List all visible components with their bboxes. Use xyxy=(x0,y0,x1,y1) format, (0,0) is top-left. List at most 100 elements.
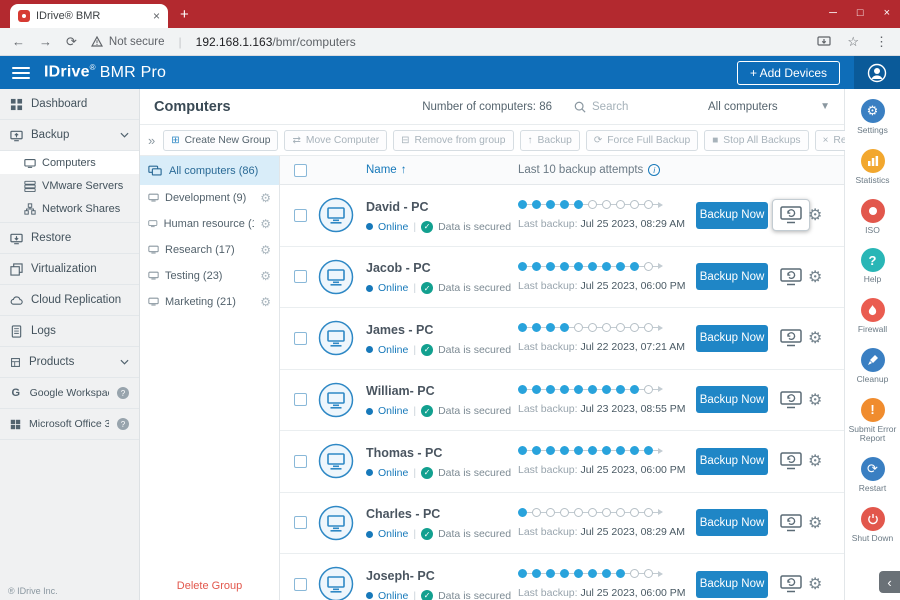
group-settings-gear-icon[interactable]: ⚙ xyxy=(260,217,271,231)
row-settings-gear-icon[interactable]: ⚙ xyxy=(808,513,836,533)
select-all-checkbox[interactable] xyxy=(294,163,307,177)
sidebar-item-backup[interactable]: Backup xyxy=(0,120,139,151)
rail-item-statistics[interactable]: Statistics xyxy=(845,148,900,186)
rail-item-iso[interactable]: ISO xyxy=(845,198,900,236)
computers-filter-dropdown[interactable]: All computers ▼ xyxy=(708,101,830,113)
sidebar-item-restore[interactable]: Restore xyxy=(0,223,139,254)
backup-now-button[interactable]: Backup Now xyxy=(696,570,768,598)
row-settings-gear-icon[interactable]: ⚙ xyxy=(808,390,836,410)
name-column-header[interactable]: Name ↑ xyxy=(366,164,518,176)
window-close-icon[interactable]: × xyxy=(884,7,890,19)
row-settings-gear-icon[interactable]: ⚙ xyxy=(808,328,836,348)
help-badge-icon[interactable]: ? xyxy=(117,387,129,399)
group-item[interactable]: Human resource (12) ⚙ xyxy=(140,211,279,237)
chevron-down-icon: ▼ xyxy=(820,101,830,112)
group-settings-gear-icon[interactable]: ⚙ xyxy=(260,243,271,257)
row-settings-gear-icon[interactable]: ⚙ xyxy=(808,574,836,594)
row-settings-gear-icon[interactable]: ⚙ xyxy=(808,451,836,471)
bookmark-star-icon[interactable]: ☆ xyxy=(847,34,859,50)
restore-button[interactable] xyxy=(772,568,810,600)
rail-item-cleanup[interactable]: Cleanup xyxy=(845,347,900,385)
info-icon[interactable]: i xyxy=(648,164,661,176)
restore-button[interactable] xyxy=(772,261,810,293)
row-checkbox[interactable] xyxy=(294,208,307,222)
sidebar-item-google-workspace[interactable]: G Google Workspace ? xyxy=(0,378,139,409)
sidebar-item-cloud-replication[interactable]: Cloud Replication xyxy=(0,285,139,316)
force-full-backup-button[interactable]: ⟳ Force Full Backup xyxy=(585,129,699,151)
backup-now-button[interactable]: Backup Now xyxy=(696,324,768,352)
create-new-group-button[interactable]: ⊞ Create New Group xyxy=(163,129,279,151)
rail-item-firewall[interactable]: Firewall xyxy=(845,298,900,335)
group-item[interactable]: Research (17) ⚙ xyxy=(140,237,279,263)
reload-icon[interactable]: ⟳ xyxy=(66,34,77,50)
back-icon[interactable]: ← xyxy=(12,34,25,49)
browser-menu-icon[interactable]: ⋮ xyxy=(875,34,888,50)
new-tab-button[interactable]: + xyxy=(180,6,189,23)
rail-item-help[interactable]: ? Help xyxy=(845,248,900,285)
search-input[interactable] xyxy=(592,100,688,113)
restore-button[interactable] xyxy=(772,445,810,477)
row-settings-gear-icon[interactable]: ⚙ xyxy=(808,267,836,287)
row-checkbox[interactable] xyxy=(294,270,307,284)
backup-now-button[interactable]: Backup Now xyxy=(696,509,768,537)
secured-label: Data is secured xyxy=(438,466,512,479)
group-item-all-computers[interactable]: All computers (86) xyxy=(140,156,279,185)
url-text[interactable]: 192.168.1.163/bmr/computers xyxy=(196,35,356,49)
group-settings-gear-icon[interactable]: ⚙ xyxy=(260,295,271,309)
sidebar-item-dashboard[interactable]: Dashboard xyxy=(0,89,139,120)
row-checkbox[interactable] xyxy=(294,393,307,407)
row-checkbox[interactable] xyxy=(294,454,307,468)
move-computer-button[interactable]: ⇄ Move Computer xyxy=(284,129,388,151)
group-settings-gear-icon[interactable]: ⚙ xyxy=(260,269,271,283)
sidebar-item-vmware-servers[interactable]: VMware Servers xyxy=(0,174,139,197)
install-icon[interactable] xyxy=(817,35,831,48)
backup-now-button[interactable]: Backup Now xyxy=(696,447,768,475)
group-item[interactable]: Marketing (21) ⚙ xyxy=(140,289,279,315)
site-security[interactable]: Not secure xyxy=(90,36,165,48)
restore-button[interactable] xyxy=(772,384,810,416)
window-maximize-icon[interactable]: □ xyxy=(857,7,864,19)
backup-now-button[interactable]: Backup Now xyxy=(696,386,768,414)
restore-button[interactable] xyxy=(772,507,810,539)
table-row: Charles - PC Online | ✓ Data is secured … xyxy=(280,492,844,554)
row-checkbox[interactable] xyxy=(294,577,307,591)
backup-now-button[interactable]: Backup Now xyxy=(696,263,768,291)
backup-now-button[interactable]: Backup Now xyxy=(696,201,768,229)
group-settings-gear-icon[interactable]: ⚙ xyxy=(260,191,271,205)
collapse-panel-icon[interactable]: » xyxy=(148,133,155,148)
sidebar-item-logs[interactable]: Logs xyxy=(0,316,139,347)
restore-button[interactable] xyxy=(772,322,810,354)
row-checkbox[interactable] xyxy=(294,516,307,530)
window-minimize-icon[interactable]: ─ xyxy=(829,7,837,19)
rail-item-restart[interactable]: ⟳ Restart xyxy=(845,457,900,494)
tab-close-icon[interactable]: × xyxy=(153,9,160,23)
attempts-column-header: Last 10 backup attempts i xyxy=(518,164,696,176)
sidebar-item-virtualization[interactable]: Virtualization xyxy=(0,254,139,285)
remove-from-group-button[interactable]: ⊟ Remove from group xyxy=(393,129,514,151)
hamburger-menu-icon[interactable] xyxy=(12,66,30,79)
backup-button[interactable]: ↑ Backup xyxy=(519,129,580,151)
rail-item-settings[interactable]: ⚙ Settings xyxy=(845,99,900,136)
forward-icon[interactable]: → xyxy=(39,34,52,49)
force-full-backup-icon: ⟳ xyxy=(593,134,603,146)
sidebar-item-products[interactable]: Products xyxy=(0,347,139,378)
add-devices-button[interactable]: + Add Devices xyxy=(736,60,840,85)
sidebar-item-computers[interactable]: Computers xyxy=(0,151,139,174)
group-item[interactable]: Development (9) ⚙ xyxy=(140,185,279,211)
group-item[interactable]: Testing (23) ⚙ xyxy=(140,263,279,289)
stop-all-backups-button[interactable]: ■ Stop All Backups xyxy=(704,129,809,151)
browser-tab[interactable]: IDrive® BMR × xyxy=(10,4,168,28)
delete-group-button[interactable]: Delete Group xyxy=(140,580,279,592)
row-settings-gear-icon[interactable]: ⚙ xyxy=(808,205,836,225)
status-separator: | xyxy=(413,405,417,418)
rail-item-shut-down[interactable]: Shut Down xyxy=(845,506,900,544)
scroll-left-button[interactable]: ‹ xyxy=(879,571,900,593)
sidebar-item-microsoft-office-365[interactable]: Microsoft Office 365 ? xyxy=(0,409,139,440)
help-badge-icon[interactable]: ? xyxy=(117,418,129,430)
user-account-button[interactable] xyxy=(854,56,900,89)
row-checkbox[interactable] xyxy=(294,331,307,345)
restore-button[interactable] xyxy=(772,199,810,232)
sidebar-item-network-shares[interactable]: Network Shares xyxy=(0,197,139,220)
restart-icon: ⟳ xyxy=(860,457,885,482)
rail-item-submit-error-report[interactable]: ! Submit Error Report xyxy=(845,397,900,445)
